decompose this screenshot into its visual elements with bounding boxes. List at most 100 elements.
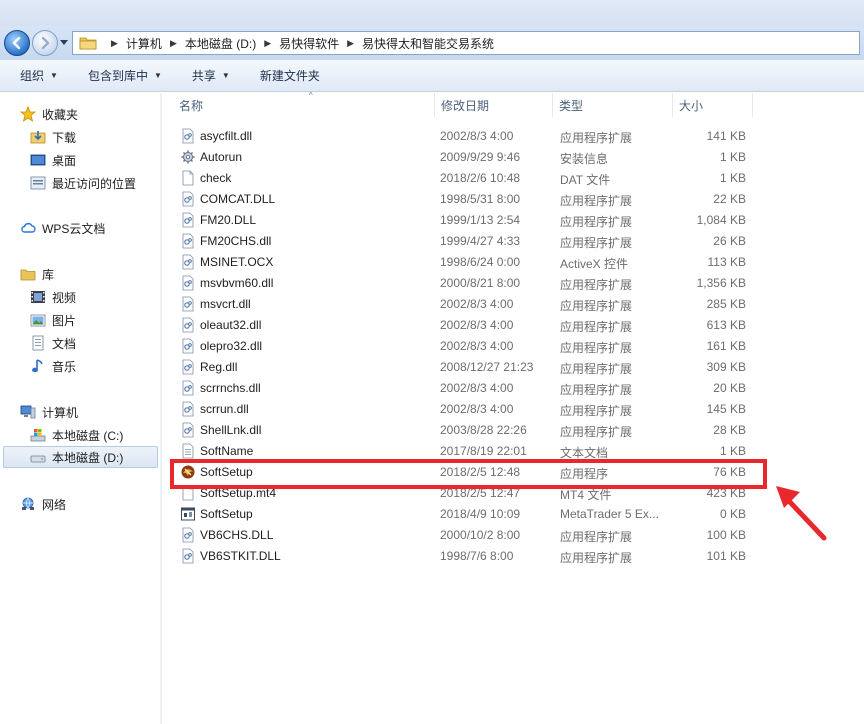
command-toolbar: 组织 ▼ 包含到库中 ▼ 共享 ▼ 新建文件夹 — [0, 60, 864, 92]
file-row[interactable]: olepro32.dll 2002/8/3 4:00 应用程序扩展 161 KB — [176, 336, 756, 357]
file-type: 应用程序扩展 — [560, 530, 633, 544]
include-library-label: 包含到库中 — [87, 69, 148, 83]
history-dropdown-icon[interactable] — [60, 38, 68, 46]
file-row[interactable]: SoftSetup 2018/4/9 10:09 MetaTrader 5 Ex..… — [176, 504, 756, 525]
sidebar-item-recent[interactable]: 最近访问的位置 — [30, 172, 160, 194]
column-header-date[interactable]: 修改日期 — [435, 93, 553, 117]
arrow-right-icon — [41, 36, 50, 50]
chevron-down-icon: ▼ — [50, 71, 58, 80]
breadcrumb-separator-icon[interactable]: ▶ — [264, 38, 271, 49]
dll-file-icon — [180, 233, 196, 249]
file-row[interactable]: asycfilt.dll 2002/8/3 4:00 应用程序扩展 141 KB — [176, 126, 756, 147]
breadcrumb-separator-icon[interactable]: ▶ — [170, 38, 177, 49]
column-header-label: 修改日期 — [441, 98, 490, 113]
dll-file-icon — [180, 275, 196, 291]
file-row[interactable]: msvcrt.dll 2002/8/3 4:00 应用程序扩展 285 KB — [176, 294, 756, 315]
desktop-icon — [30, 152, 46, 168]
file-type: ActiveX 控件 — [560, 257, 629, 271]
file-row[interactable]: VB6STKIT.DLL 1998/7/6 8:00 应用程序扩展 101 KB — [176, 546, 756, 567]
file-size: 285 KB — [706, 297, 746, 311]
sidebar-item-pictures[interactable]: 图片 — [30, 309, 150, 331]
sidebar-item-drive-d[interactable]: 本地磁盘 (D:) — [3, 446, 158, 468]
back-button[interactable] — [4, 30, 30, 56]
sidebar-item-videos[interactable]: 视频 — [30, 286, 150, 308]
new-folder-button[interactable]: 新建文件夹 — [250, 64, 330, 88]
file-row[interactable]: COMCAT.DLL 1998/5/31 8:00 应用程序扩展 22 KB — [176, 189, 756, 210]
dll-file-icon — [180, 296, 196, 312]
sidebar-item-computer[interactable]: 计算机 — [20, 401, 150, 423]
address-bar[interactable]: ▶ 计算机 ▶ 本地磁盘 (D:) ▶ 易快得软件 ▶ 易快得太和智能交易系统 — [72, 31, 860, 55]
library-icon — [20, 266, 36, 282]
sidebar-item-label: 桌面 — [52, 153, 77, 168]
sidebar-item-desktop[interactable]: 桌面 — [30, 149, 150, 171]
file-name: COMCAT.DLL — [200, 192, 276, 206]
file-name: asycfilt.dll — [200, 129, 253, 143]
file-type: 应用程序扩展 — [560, 320, 633, 334]
file-type: 应用程序扩展 — [560, 215, 633, 229]
sidebar-item-label: 计算机 — [42, 405, 79, 420]
file-size: 113 KB — [707, 255, 746, 269]
file-row[interactable]: Autorun 2009/9/29 9:46 安装信息 1 KB — [176, 147, 756, 168]
file-size: 613 KB — [706, 318, 746, 332]
sidebar-item-libraries[interactable]: 库 — [20, 263, 150, 285]
file-row[interactable]: msvbvm60.dll 2000/8/21 8:00 应用程序扩展 1,356 KB — [176, 273, 756, 294]
breadcrumb-computer[interactable]: 计算机 — [126, 35, 162, 52]
breadcrumb-separator-icon[interactable]: ▶ — [347, 38, 354, 49]
share-button[interactable]: 共享 ▼ — [182, 64, 240, 88]
file-size: 22 KB — [713, 192, 746, 206]
setup-info-icon — [180, 149, 196, 165]
file-name: SoftSetup — [200, 507, 253, 521]
new-folder-label: 新建文件夹 — [259, 69, 320, 83]
breadcrumb-current-folder[interactable]: 易快得太和智能交易系统 — [362, 35, 494, 52]
forward-button[interactable] — [32, 30, 58, 56]
file-date: 2002/8/3 4:00 — [440, 402, 514, 416]
file-date: 2000/10/2 8:00 — [440, 528, 521, 542]
file-row[interactable]: ShellLnk.dll 2003/8/28 22:26 应用程序扩展 28 KB — [176, 420, 756, 441]
file-name: VB6STKIT.DLL — [200, 549, 281, 563]
file-size: 101 KB — [706, 549, 746, 563]
sidebar-item-label: WPS云文档 — [42, 221, 106, 236]
file-row[interactable]: Reg.dll 2008/12/27 21:23 应用程序扩展 309 KB — [176, 357, 756, 378]
breadcrumb-separator-icon[interactable]: ▶ — [111, 38, 118, 49]
include-library-button[interactable]: 包含到库中 ▼ — [78, 64, 172, 88]
file-icon — [180, 170, 196, 186]
dll-file-icon — [180, 128, 196, 144]
file-row[interactable]: VB6CHS.DLL 2000/10/2 8:00 应用程序扩展 100 KB — [176, 525, 756, 546]
organize-button[interactable]: 组织 ▼ — [10, 64, 68, 88]
text-file-icon — [180, 443, 196, 459]
file-name: VB6CHS.DLL — [200, 528, 274, 542]
column-header-size[interactable]: 大小 — [673, 93, 753, 117]
file-date: 2018/2/6 10:48 — [440, 171, 521, 185]
sidebar-item-downloads[interactable]: 下载 — [30, 126, 150, 148]
file-row[interactable]: FM20CHS.dll 1999/4/27 4:33 应用程序扩展 26 KB — [176, 231, 756, 252]
dll-file-icon — [180, 380, 196, 396]
sidebar-item-favorites[interactable]: 收藏夹 — [20, 103, 150, 125]
file-row[interactable]: oleaut32.dll 2002/8/3 4:00 应用程序扩展 613 KB — [176, 315, 756, 336]
file-row[interactable]: check 2018/2/6 10:48 DAT 文件 1 KB — [176, 168, 756, 189]
sidebar-item-documents[interactable]: 文档 — [30, 332, 150, 354]
file-row[interactable]: scrrnchs.dll 2002/8/3 4:00 应用程序扩展 20 KB — [176, 378, 756, 399]
file-row[interactable]: MSINET.OCX 1998/6/24 0:00 ActiveX 控件 113 KB — [176, 252, 756, 273]
sidebar-item-network[interactable]: 网络 — [20, 493, 150, 515]
file-row[interactable]: FM20.DLL 1999/1/13 2:54 应用程序扩展 1,084 KB — [176, 210, 756, 231]
sidebar-item-drive-c[interactable]: 本地磁盘 (C:) — [30, 424, 155, 446]
recent-places-icon — [30, 175, 46, 191]
breadcrumb-software[interactable]: 易快得软件 — [279, 35, 339, 52]
file-row[interactable]: scrrun.dll 2002/8/3 4:00 应用程序扩展 145 KB — [176, 399, 756, 420]
sidebar-item-wps-cloud[interactable]: WPS云文档 — [20, 217, 150, 239]
annotation-arrow-icon — [776, 486, 827, 541]
sidebar-item-label: 视频 — [52, 290, 77, 305]
column-header-type[interactable]: 类型 — [553, 93, 673, 117]
file-type: 应用程序扩展 — [560, 278, 633, 292]
sidebar-item-label: 收藏夹 — [42, 107, 79, 122]
file-date: 2002/8/3 4:00 — [440, 381, 514, 395]
star-icon — [20, 106, 36, 122]
breadcrumb-drive-d[interactable]: 本地磁盘 (D:) — [185, 35, 256, 52]
column-header-name[interactable]: 名称 ^ — [173, 91, 435, 117]
video-icon — [30, 289, 46, 305]
file-list: 名称 ^ 修改日期 类型 大小 asycfilt.dll 2002/8/3 4:0… — [163, 91, 864, 724]
sidebar-item-music[interactable]: 音乐 — [30, 355, 150, 377]
music-note-icon — [30, 358, 46, 374]
file-size: 1,084 KB — [696, 213, 746, 227]
sidebar-scrollbar[interactable] — [160, 93, 162, 724]
